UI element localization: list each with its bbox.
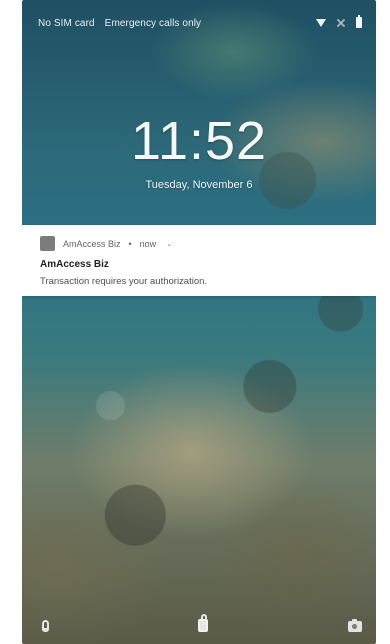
carrier-status: No SIM card [38, 18, 95, 29]
app-icon [40, 236, 55, 251]
camera-icon[interactable] [348, 619, 362, 632]
bottom-actions [22, 608, 376, 632]
status-bar: No SIM card Emergency calls only [22, 0, 376, 40]
emergency-status: Emergency calls only [104, 18, 202, 29]
chevron-down-icon[interactable]: ⌄ [166, 240, 172, 248]
lock-screen: No SIM card Emergency calls only 11:52 T… [22, 0, 376, 644]
signal-off-icon [336, 18, 346, 28]
lock-icon[interactable] [198, 614, 208, 632]
date: Tuesday, November 6 [145, 179, 253, 191]
notification-separator: • [128, 238, 132, 249]
notification-title: AmAccess Biz [40, 259, 109, 270]
wifi-icon [316, 18, 326, 27]
mic-icon[interactable] [42, 620, 49, 632]
notification-card[interactable]: AmAccess Biz • now ⌄ AmAccess Biz Transa… [22, 225, 376, 296]
clock: 11:52 [130, 111, 268, 171]
notification-app-name: AmAccess Biz [63, 238, 121, 249]
status-left: No SIM card Emergency calls only [38, 18, 201, 29]
battery-icon [356, 15, 362, 28]
status-icons [316, 15, 362, 28]
notification-age: now [139, 238, 157, 249]
notification-header: AmAccess Biz • now ⌄ [40, 236, 172, 251]
notification-body: Transaction requires your authorization. [40, 276, 208, 287]
